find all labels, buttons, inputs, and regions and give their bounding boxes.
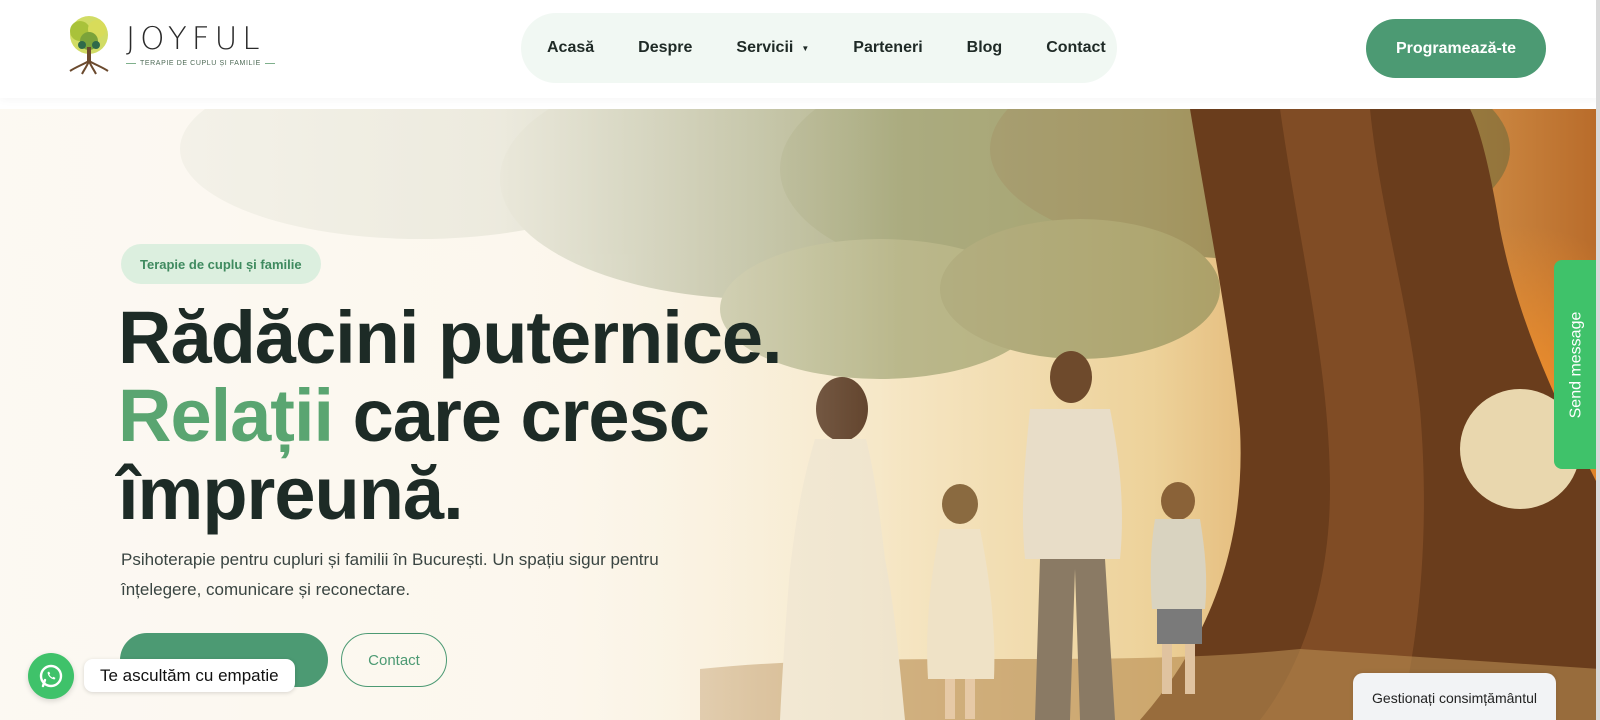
nav-label: Servicii <box>736 39 794 56</box>
headline-line-3: împreună. <box>118 452 464 535</box>
page-scrollbar[interactable] <box>1596 0 1600 720</box>
nav-item-despre[interactable]: Despre <box>638 39 692 57</box>
nav-label: Acasă <box>547 39 595 56</box>
tree-family-logo-icon <box>62 13 116 75</box>
brand-tagline-row: TERAPIE DE CUPLU ȘI FAMILIE <box>126 60 275 67</box>
brand-tagline: TERAPIE DE CUPLU ȘI FAMILIE <box>140 59 261 67</box>
brand-name: JOYFUL <box>126 20 265 57</box>
hero-section: Terapie de cuplu și familie Rădăcini put… <box>0 109 1600 720</box>
nav-item-blog[interactable]: Blog <box>967 39 1003 57</box>
nav-item-parteneri[interactable]: Parteneri <box>853 39 922 57</box>
hero-lead: Psihoterapie pentru cupluri și familii î… <box>121 550 659 599</box>
hero-contact-button[interactable]: Contact <box>341 633 447 687</box>
whatsapp-tooltip[interactable]: Te ascultăm cu empatie <box>84 659 295 692</box>
headline-line-1: Rădăcini puternice. <box>118 296 783 379</box>
site-header: JOYFUL TERAPIE DE CUPLU ȘI FAMILIE Acasă… <box>0 0 1600 98</box>
nav-label: Despre <box>638 39 693 56</box>
nav-label: Blog <box>966 39 1003 56</box>
caret-down-icon: ▼ <box>801 43 810 53</box>
whatsapp-button[interactable] <box>28 653 74 699</box>
nav-label: Contact <box>1046 39 1106 56</box>
headline-accent: Relații <box>118 374 334 457</box>
tagline-rule-left <box>126 62 136 64</box>
whatsapp-icon <box>39 664 63 688</box>
send-message-label: Send message <box>1567 311 1585 418</box>
nav-item-servicii[interactable]: Servicii ▼ <box>736 39 809 57</box>
hero-headline: Rădăcini puternice. Relații care cresc î… <box>118 299 878 533</box>
consent-manager-button[interactable]: Gestionați consimțământul <box>1353 673 1556 720</box>
hero-badge: Terapie de cuplu și familie <box>121 244 321 284</box>
nav-item-acasa[interactable]: Acasă <box>547 39 594 57</box>
nav-label: Parteneri <box>853 39 923 56</box>
send-message-tab[interactable]: Send message <box>1554 260 1598 469</box>
nav-item-contact[interactable]: Contact <box>1046 39 1106 57</box>
brand-logo[interactable]: JOYFUL TERAPIE DE CUPLU ȘI FAMILIE <box>62 12 282 76</box>
headline-line-2: care cresc <box>333 374 710 457</box>
main-nav: Acasă Despre Servicii ▼ Parteneri Blog Co… <box>521 13 1117 83</box>
tagline-rule-right <box>264 62 275 64</box>
book-appointment-button[interactable]: Programează-te <box>1366 19 1546 78</box>
